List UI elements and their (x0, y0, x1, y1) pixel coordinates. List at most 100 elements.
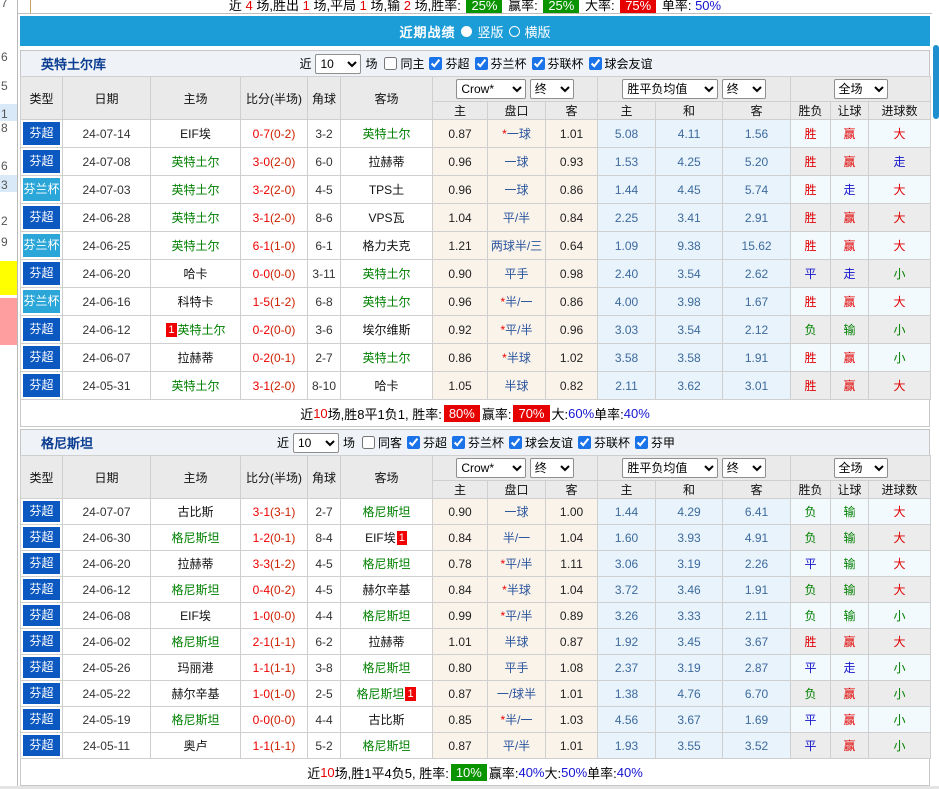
edge-digit: 9 (1, 235, 8, 249)
subcolumn-header: 进球数 (868, 101, 932, 120)
match-row: 芬超 24-06-12 格尼斯坦 0-4(0-2) 4-5 赫尔辛基 0.84 *半球 1.04… (20, 576, 932, 603)
layout-radio-label[interactable]: 竖版 (477, 22, 503, 41)
same-venue-checkbox[interactable] (361, 436, 375, 449)
halftime-score: (1-1) (270, 660, 296, 675)
away-team-name: 哈卡 (374, 379, 399, 393)
avg-source-select[interactable]: 胜平负均值 (622, 79, 719, 99)
league-filter-checkbox[interactable] (406, 436, 420, 449)
handicap-cell: *半球 (487, 576, 546, 603)
league-filter-label[interactable]: 芬超 (423, 434, 447, 451)
avg-final-select[interactable]: 终 (721, 458, 766, 478)
result-handicap-cell: 赢 (830, 371, 870, 400)
halftime-score: (0-0) (270, 266, 296, 281)
layout-radio-selected[interactable] (461, 25, 473, 37)
result-wdl-cell: 平 (790, 550, 832, 577)
odds-source-select[interactable]: Crow* (456, 79, 527, 99)
league-filter-checkbox[interactable] (429, 57, 443, 70)
league-filter-checkbox[interactable] (509, 436, 523, 449)
layout-radio[interactable] (508, 25, 520, 37)
fulltime-score: 0-2 (252, 350, 270, 365)
fulltime-score: 1-5 (252, 294, 270, 309)
league-filter-label[interactable]: 芬甲 (651, 434, 675, 451)
filter-controls: 近 10 场 同客 芬超 芬兰杯 球会友谊 芬联杯 芬甲 (275, 432, 675, 453)
league-filter-label[interactable]: 芬联杯 (548, 55, 584, 72)
scope-select[interactable]: 全场 (833, 458, 888, 478)
away-team-name: 古比斯 (368, 713, 405, 727)
handicap-name: 平/半 (502, 211, 531, 225)
date-cell: 24-05-11 (62, 732, 151, 759)
odds-final-select[interactable]: 终 (529, 79, 574, 99)
avg-away-cell: 5.74 (722, 175, 792, 204)
odds-away-cell: 1.04 (544, 576, 599, 603)
league-filter-label[interactable]: 球会友谊 (525, 434, 573, 451)
match-count-select[interactable]: 10 (315, 53, 362, 74)
same-venue-label[interactable]: 同客 (378, 434, 402, 451)
handicap-cell: 半球 (487, 628, 546, 655)
avg-final-select[interactable]: 终 (721, 79, 766, 99)
near-label: 近 (276, 436, 289, 450)
avg-home-cell: 1.92 (597, 628, 657, 655)
league-filter-checkbox[interactable] (635, 436, 649, 449)
away-team-name: 格尼斯坦 (362, 739, 411, 753)
league-badge: 芬兰杯 (23, 178, 60, 201)
fulltime-score: 1-0 (252, 608, 270, 623)
odds-final-select[interactable]: 终 (529, 458, 574, 478)
layout-radio-label[interactable]: 横版 (525, 22, 551, 41)
league-filter-checkbox[interactable] (531, 57, 545, 70)
league-cell: 芬超 (20, 343, 63, 372)
sections: 英特土尔库近 10 场同主 芬超 芬兰杯 芬联杯 球会友谊 类型 日期 主场 比分(半场) 角球 客场 C… (18, 50, 932, 786)
league-filter-checkbox[interactable] (588, 57, 602, 70)
league-filter-checkbox[interactable] (474, 57, 488, 70)
matches-table: 类型 日期 主场 比分(半场) 角球 客场 Crow* 终胜平负均值 终全场主盘口客主和客胜… (20, 455, 932, 759)
result-text: 大 (893, 127, 906, 141)
score-cell: 1-1(1-1) (240, 654, 308, 681)
result-wdl-cell: 平 (790, 706, 832, 733)
stat-text: 单率: (594, 406, 624, 422)
league-filter-label[interactable]: 芬联杯 (594, 434, 630, 451)
subcolumn-header: 和 (655, 101, 724, 120)
corner-cell: 3-6 (307, 315, 341, 344)
handicap-cell: *平/半 (487, 550, 546, 577)
avg-home-cell: 1.44 (597, 175, 657, 204)
fulltime-score: 3-2 (252, 182, 270, 197)
league-badge: 芬超 (23, 657, 60, 678)
result-goals-cell: 小 (868, 680, 932, 707)
result-handicap-cell: 输 (830, 524, 870, 551)
handicap-name: 半/一 (505, 295, 533, 309)
stat-badge: 80% (443, 404, 480, 422)
scope-select[interactable]: 全场 (833, 79, 888, 99)
corner-cell: 2-7 (307, 498, 341, 525)
avg-source-select[interactable]: 胜平负均值 (622, 458, 719, 478)
away-team-name: 格尼斯坦 (362, 557, 411, 571)
league-filter-label[interactable]: 芬兰杯 (468, 434, 504, 451)
corner-cell: 2-5 (307, 680, 341, 707)
fulltime-score: 6-1 (252, 238, 270, 253)
stat-text: 赢率: (481, 406, 512, 422)
same-venue-checkbox[interactable] (384, 57, 398, 70)
league-filter-label[interactable]: 球会友谊 (605, 55, 653, 72)
odds-away-cell: 1.00 (544, 498, 599, 525)
same-venue-label[interactable]: 同主 (400, 55, 424, 72)
league-filter-checkbox[interactable] (452, 436, 465, 449)
date-cell: 24-06-25 (62, 231, 151, 260)
stat-badge: 70% (513, 404, 550, 422)
league-filter-checkbox[interactable] (578, 436, 592, 449)
odds-home-cell: 1.04 (432, 203, 488, 232)
odds-away-cell: 0.96 (544, 315, 599, 344)
avg-away-cell: 3.52 (722, 732, 792, 759)
corner-cell: 8-6 (307, 203, 341, 232)
result-wdl-cell: 负 (790, 498, 832, 525)
result-wdl-cell: 胜 (790, 287, 832, 316)
result-wdl-cell: 胜 (790, 203, 832, 232)
match-count-select[interactable]: 10 (292, 432, 339, 453)
halftime-score: (1-1) (270, 634, 296, 649)
league-filter-label[interactable]: 芬兰杯 (491, 55, 527, 72)
halftime-score: (0-1) (270, 530, 296, 545)
match-row: 芬超 24-06-20 拉赫蒂 3-3(1-2) 4-5 格尼斯坦 0.78 *平/半 1.11… (20, 550, 932, 577)
stat-text: 大率: (581, 0, 619, 13)
odds-source-select[interactable]: Crow* (456, 458, 527, 478)
league-cell: 芬超 (20, 524, 63, 551)
scrollbar-thumb[interactable] (933, 45, 939, 119)
stat-badge: 25% (466, 0, 503, 13)
league-filter-label[interactable]: 芬超 (445, 55, 469, 72)
